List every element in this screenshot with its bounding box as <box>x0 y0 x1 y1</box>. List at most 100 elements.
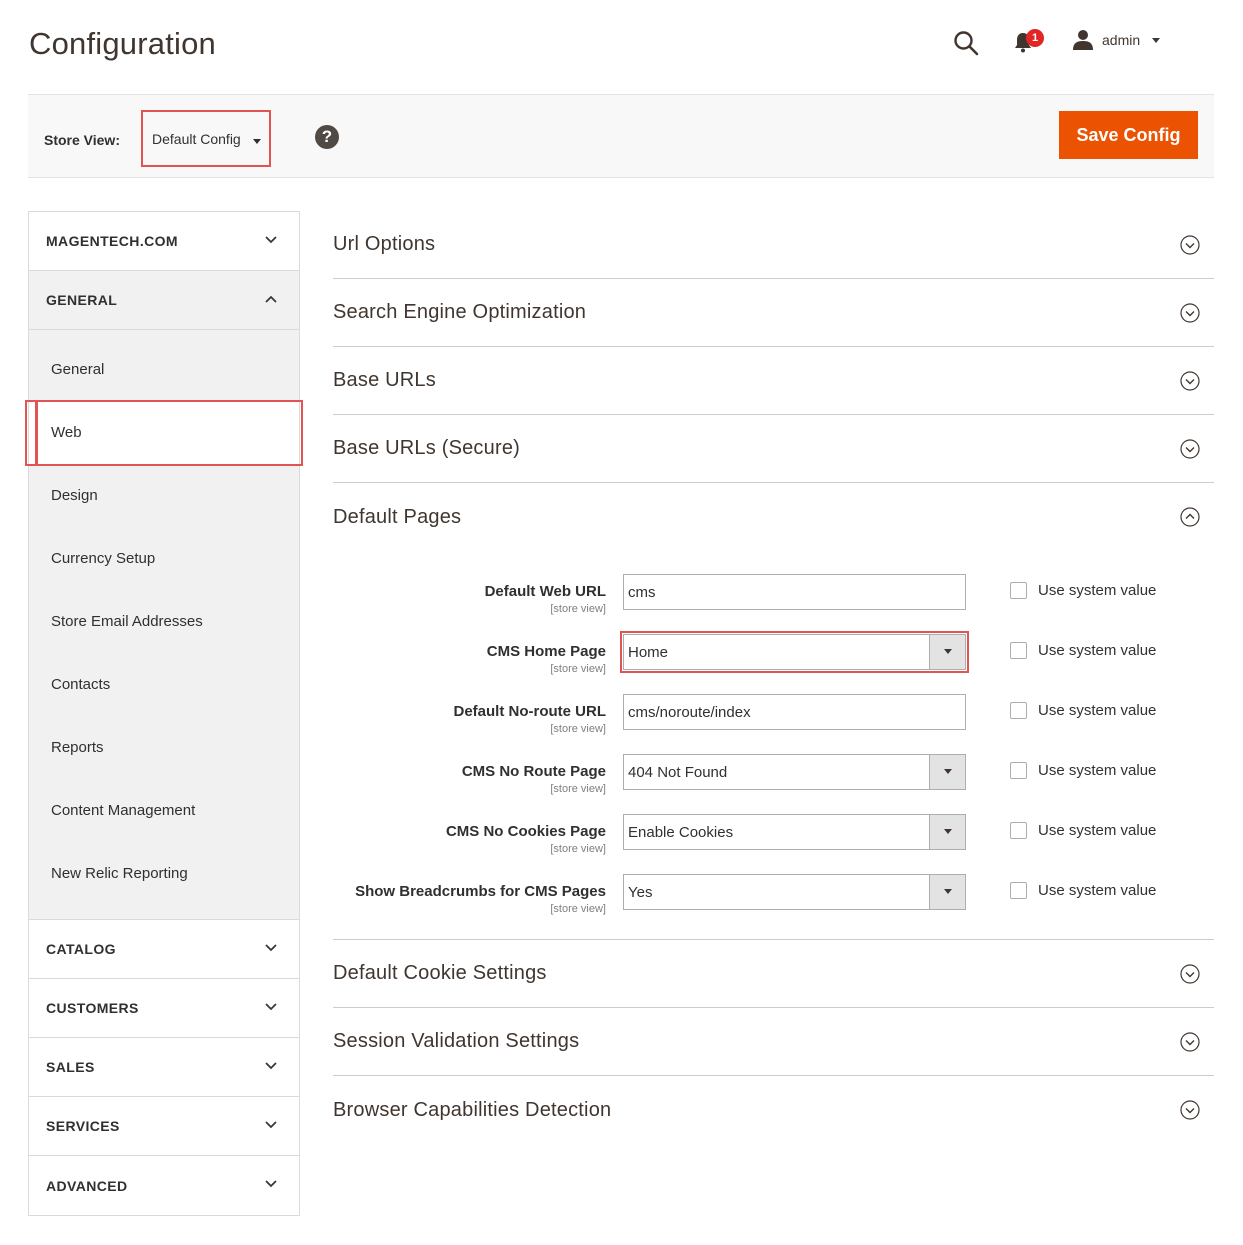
use-system-value-toggle[interactable]: Use system value <box>1010 642 1156 659</box>
sidebar-group-magentech[interactable]: MAGENTECH.COM <box>29 212 299 271</box>
cms-no-route-page-select[interactable]: 404 Not Found <box>623 754 966 790</box>
checkbox[interactable] <box>1010 702 1027 719</box>
sidebar-item-web[interactable]: Web <box>25 400 303 466</box>
sidebar-item-store-email-addresses[interactable]: Store Email Addresses <box>29 590 299 653</box>
field-label: Default Web URL <box>484 583 606 600</box>
use-system-value-label: Use system value <box>1038 642 1157 659</box>
sidebar-group-label: MAGENTECH.COM <box>46 233 178 249</box>
field-label: CMS No Route Page <box>461 763 606 780</box>
sidebar-item-contacts[interactable]: Contacts <box>29 653 299 716</box>
sidebar-item-label: Contacts <box>51 676 111 693</box>
sidebar-item-label: General <box>51 361 105 378</box>
sidebar-item-label: Content Management <box>51 802 196 819</box>
sidebar-group-label: CUSTOMERS <box>46 1000 139 1016</box>
chevron-down-icon <box>929 635 965 669</box>
checkbox[interactable] <box>1010 582 1027 599</box>
sidebar-item-reports[interactable]: Reports <box>29 716 299 779</box>
section-browser-capabilities-detection[interactable]: Browser Capabilities Detection <box>333 1076 1214 1144</box>
use-system-value-toggle[interactable]: Use system value <box>1010 882 1156 899</box>
store-view-label: Store View: <box>44 132 120 148</box>
circle-chevron-down-icon <box>1180 1100 1200 1120</box>
field-row-default-no-route-url: Default No-route URL [store view] cms/no… <box>333 694 1214 754</box>
section-default-cookie-settings[interactable]: Default Cookie Settings <box>333 940 1214 1008</box>
cms-no-cookies-page-select[interactable]: Enable Cookies <box>623 814 966 850</box>
save-config-button[interactable]: Save Config <box>1059 111 1198 159</box>
use-system-value-label: Use system value <box>1038 822 1157 839</box>
checkbox[interactable] <box>1010 642 1027 659</box>
cms-home-page-select[interactable]: Home <box>620 631 969 673</box>
sidebar-item-label: Web <box>51 424 82 441</box>
field-scope: [store view] <box>550 903 606 915</box>
section-title: Base URLs (Secure) <box>333 437 520 459</box>
search-icon[interactable] <box>953 30 979 56</box>
use-system-value-toggle[interactable]: Use system value <box>1010 582 1156 599</box>
field-row-cms-no-cookies-page: CMS No Cookies Page [store view] Enable … <box>333 814 1214 874</box>
section-default-pages[interactable]: Default Pages <box>333 483 1214 551</box>
chevron-down-icon <box>929 755 965 789</box>
default-web-url-input[interactable]: cms <box>623 574 966 610</box>
section-title: Session Validation Settings <box>333 1030 580 1052</box>
chevron-down-icon <box>265 236 277 244</box>
store-view-bar: Store View: Default Config ? Save Config <box>28 94 1214 178</box>
chevron-down-icon <box>265 944 277 952</box>
use-system-value-toggle[interactable]: Use system value <box>1010 702 1156 719</box>
sidebar-item-content-management[interactable]: Content Management <box>29 779 299 842</box>
section-title: Search Engine Optimization <box>333 301 587 323</box>
section-title: Default Pages <box>333 505 462 528</box>
sidebar-group-label: ADVANCED <box>46 1177 128 1194</box>
sidebar-group-catalog[interactable]: CATALOG <box>29 920 299 979</box>
section-url-options[interactable]: Url Options <box>333 211 1214 279</box>
circle-chevron-down-icon <box>1180 964 1200 984</box>
chevron-down-icon <box>265 1003 277 1011</box>
help-icon[interactable]: ? <box>315 125 339 149</box>
sidebar-group-services[interactable]: SERVICES <box>29 1097 299 1156</box>
show-breadcrumbs-select[interactable]: Yes <box>623 874 966 910</box>
sidebar-item-new-relic-reporting[interactable]: New Relic Reporting <box>29 842 299 905</box>
section-base-urls[interactable]: Base URLs <box>333 347 1214 415</box>
chevron-down-icon <box>1152 37 1161 43</box>
circle-chevron-down-icon <box>1180 235 1200 255</box>
sidebar-group-customers[interactable]: CUSTOMERS <box>29 979 299 1038</box>
field-label: Default No-route URL <box>453 703 607 720</box>
section-search-engine-optimization[interactable]: Search Engine Optimization <box>333 279 1214 347</box>
user-name: admin <box>1102 32 1141 48</box>
field-label: CMS No Cookies Page <box>445 823 606 840</box>
page-title: Configuration <box>29 26 216 61</box>
sidebar-group-sales[interactable]: SALES <box>29 1038 299 1097</box>
sidebar-item-label: Design <box>51 487 98 504</box>
checkbox[interactable] <box>1010 762 1027 779</box>
section-title: Default Cookie Settings <box>333 962 547 984</box>
sidebar-item-general[interactable]: General <box>29 338 299 401</box>
sidebar-group-general[interactable]: GENERAL <box>29 271 299 330</box>
user-menu[interactable]: admin <box>1072 29 1161 51</box>
circle-chevron-down-icon <box>1180 1032 1200 1052</box>
checkbox[interactable] <box>1010 822 1027 839</box>
sidebar-group-label: CATALOG <box>46 941 116 957</box>
notification-count-badge[interactable]: 1 <box>1026 29 1044 47</box>
circle-chevron-down-icon <box>1180 371 1200 391</box>
store-view-switcher[interactable]: Default Config <box>141 110 271 167</box>
select-value: Yes <box>628 884 653 901</box>
use-system-value-label: Use system value <box>1038 582 1157 599</box>
section-base-urls-secure[interactable]: Base URLs (Secure) <box>333 415 1214 483</box>
sidebar-item-label: Currency Setup <box>51 550 156 567</box>
store-view-value: Default Config <box>152 130 241 147</box>
section-title: Base URLs <box>333 369 436 391</box>
chevron-down-icon <box>253 139 261 144</box>
checkbox[interactable] <box>1010 882 1027 899</box>
use-system-value-toggle[interactable]: Use system value <box>1010 822 1156 839</box>
chevron-down-icon <box>929 815 965 849</box>
field-row-cms-no-route-page: CMS No Route Page [store view] 404 Not F… <box>333 754 1214 814</box>
section-session-validation-settings[interactable]: Session Validation Settings <box>333 1008 1214 1076</box>
sidebar-group-advanced[interactable]: ADVANCED <box>29 1156 299 1215</box>
field-label: Show Breadcrumbs for CMS Pages <box>355 883 606 900</box>
default-no-route-url-input[interactable]: cms/noroute/index <box>623 694 966 730</box>
config-sidebar: MAGENTECH.COM GENERAL General Web Design… <box>25 211 303 1216</box>
field-row-show-breadcrumbs: Show Breadcrumbs for CMS Pages [store vi… <box>333 874 1214 915</box>
circle-chevron-down-icon <box>1180 439 1200 459</box>
field-label: CMS Home Page <box>486 643 606 660</box>
sidebar-item-design[interactable]: Design <box>29 464 299 527</box>
sidebar-item-currency-setup[interactable]: Currency Setup <box>29 527 299 590</box>
circle-chevron-up-icon <box>1180 507 1200 527</box>
use-system-value-toggle[interactable]: Use system value <box>1010 762 1156 779</box>
